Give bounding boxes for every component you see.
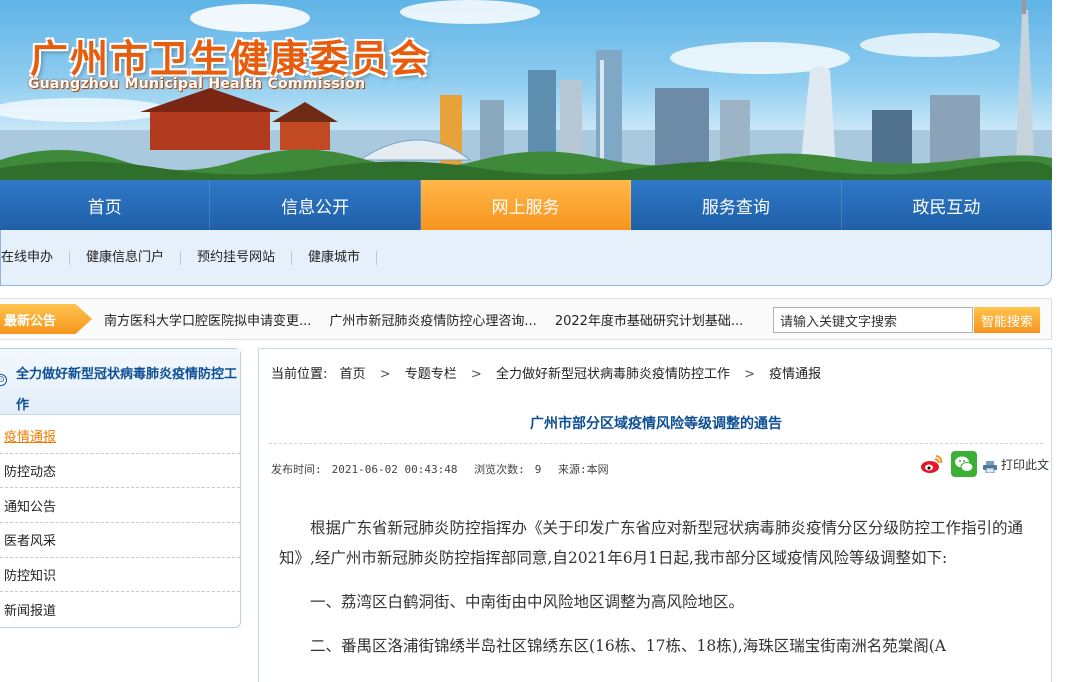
sidebar-item-news-reports[interactable]: 新闻报道 [0, 592, 240, 627]
smart-search-button[interactable]: 智能搜索 [974, 307, 1040, 333]
views-count: 9 [534, 463, 542, 476]
sidebar-list: 疫情通报 防控动态 通知公告 医者风采 防控知识 新闻报道 [0, 419, 240, 627]
latest-notice-label: 最新公告 [0, 304, 92, 334]
weibo-share-icon[interactable] [918, 451, 945, 477]
sidebar: ⊙ 全力做好新型冠状病毒肺炎疫情防控工作 疫情通报 防控动态 通知公告 医者风采… [0, 348, 241, 628]
views-label: 浏览次数: [474, 463, 525, 476]
notice-item[interactable]: 2022年度市基础研究计划基础... [555, 310, 743, 329]
nav-item-public-interaction[interactable]: 政民互动 [842, 180, 1053, 230]
breadcrumb: 当前位置: 首页 > 专题专栏 > 全力做好新型冠状病毒肺炎疫情防控工作 > 疫… [271, 363, 821, 382]
breadcrumb-separator: > [744, 367, 755, 382]
wechat-share-icon[interactable] [950, 451, 977, 477]
sidebar-item-epidemic-report[interactable]: 疫情通报 [0, 419, 240, 454]
nav-item-service-query[interactable]: 服务查询 [631, 180, 842, 230]
title-divider [269, 443, 1043, 444]
article-meta: 发布时间: 2021-06-02 00:43:48 浏览次数: 9 来源:本网 [271, 461, 619, 477]
print-icon[interactable] [982, 458, 997, 474]
breadcrumb-link-special-topics[interactable]: 专题专栏 [405, 367, 457, 382]
article-panel: 当前位置: 首页 > 专题专栏 > 全力做好新型冠状病毒肺炎疫情防控工作 > 疫… [258, 348, 1052, 682]
breadcrumb-link-home[interactable]: 首页 [340, 367, 366, 382]
article-body: 根据广东省新冠肺炎防控指挥办《关于印发广东省应对新型冠状病毒肺炎疫情分区分级防控… [279, 513, 1039, 675]
source-value: 本网 [586, 463, 609, 476]
collapse-icon[interactable]: ⊙ [0, 374, 7, 386]
article-paragraph: 根据广东省新冠肺炎防控指挥办《关于印发广东省应对新型冠状病毒肺炎疫情分区分级防控… [279, 519, 1024, 567]
site-title: 广州市卫生健康委员会 [30, 37, 431, 81]
sidebar-heading-box: ⊙ 全力做好新型冠状病毒肺炎疫情防控工作 [0, 349, 240, 415]
breadcrumb-link-epidemic-report[interactable]: 疫情通报 [769, 367, 821, 382]
search-input[interactable] [773, 307, 973, 333]
breadcrumb-prefix: 当前位置: [271, 367, 328, 382]
article-paragraph: 一、荔湾区白鹤洞街、中南街由中风险地区调整为高风险地区。 [310, 593, 745, 611]
nav-item-home[interactable]: 首页 [0, 180, 211, 230]
notice-item[interactable]: 南方医科大学口腔医院拟申请变更... [104, 310, 311, 329]
nav-item-online-services[interactable]: 网上服务 [420, 180, 632, 230]
sidebar-item-prevention-knowledge[interactable]: 防控知识 [0, 558, 240, 593]
sidebar-item-doctor-profiles[interactable]: 医者风采 [0, 523, 240, 558]
subnav-item-online-application[interactable]: 在线申办 [1, 250, 71, 265]
latest-notice-bar: 最新公告 南方医科大学口腔医院拟申请变更... 广州市新冠肺炎疫情防控心理咨询.… [0, 298, 1052, 340]
sidebar-item-prevention-updates[interactable]: 防控动态 [0, 454, 240, 489]
site-subtitle: Guangzhou Municipal Health Commission [28, 76, 366, 92]
source-label: 来源: [557, 463, 587, 476]
sidebar-heading[interactable]: 全力做好新型冠状病毒肺炎疫情防控工作 [16, 359, 240, 421]
article-title: 广州市部分区域疫情风险等级调整的通告 [530, 416, 782, 432]
sidebar-item-announcements[interactable]: 通知公告 [0, 488, 240, 524]
notice-item[interactable]: 广州市新冠肺炎疫情防控心理咨询... [329, 310, 536, 329]
publish-label: 发布时间: [271, 463, 322, 476]
share-bar: 打印此文 [918, 451, 1049, 477]
site-banner: 广州市卫生健康委员会 Guangzhou Municipal Health Co… [0, 0, 1052, 180]
breadcrumb-link-epidemic-topic[interactable]: 全力做好新型冠状病毒肺炎疫情防控工作 [496, 367, 730, 382]
nav-item-info-disclosure[interactable]: 信息公开 [210, 180, 421, 230]
publish-time: 2021-06-02 00:43:48 [331, 463, 458, 476]
notice-ticker: 南方医科大学口腔医院拟申请变更... 广州市新冠肺炎疫情防控心理咨询... 20… [104, 299, 761, 339]
subnav-item-appointment[interactable]: 预约挂号网站 [181, 250, 293, 265]
breadcrumb-separator: > [379, 367, 391, 382]
subnav-item-health-portal[interactable]: 健康信息门户 [70, 250, 182, 265]
main-nav: 首页 信息公开 网上服务 服务查询 政民互动 [0, 180, 1053, 230]
print-article-link[interactable]: 打印此文 [1001, 456, 1049, 473]
article-paragraph: 二、番禺区洛浦街锦绣半岛社区锦绣东区(16栋、17栋、18栋),海珠区瑞宝街南洲… [310, 637, 946, 655]
breadcrumb-separator: > [470, 367, 482, 382]
sub-nav: 在线申办 健康信息门户 预约挂号网站 健康城市 [0, 230, 1052, 286]
subnav-item-healthy-city[interactable]: 健康城市 [292, 250, 378, 265]
